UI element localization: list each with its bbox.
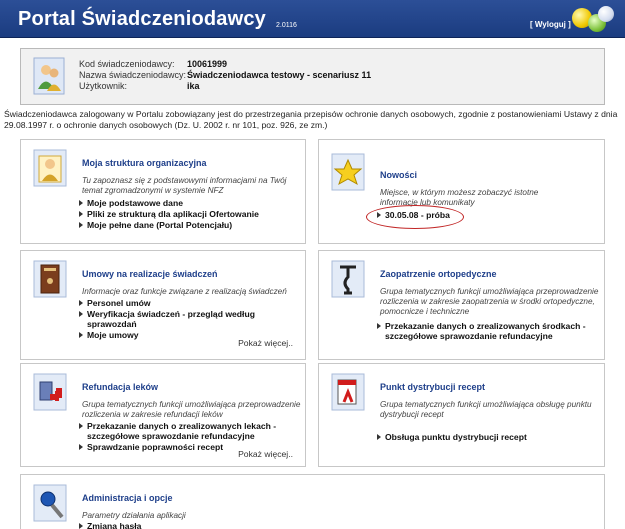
card-refund: Refundacja leków Grupa tematycznych funk… [20, 363, 306, 467]
card-title[interactable]: Punkt dystrybucji recept [380, 382, 485, 392]
card-title[interactable]: Administracja i opcje [82, 493, 173, 503]
medicine-icon [33, 373, 67, 411]
link-staff[interactable]: Personel umów [77, 298, 255, 308]
link-structure-files[interactable]: Pliki ze strukturą dla aplikacji Ofertow… [77, 209, 259, 219]
logo-bubbles-icon [572, 4, 618, 34]
users-icon [33, 57, 65, 95]
app-title: Portal Świadczeniodawcy [18, 8, 267, 30]
organization-icon [33, 149, 67, 187]
crutch-icon [331, 260, 365, 298]
star-icon [331, 153, 365, 191]
provider-name-value: Świadczeniodawca testowy - scenariusz 11 [187, 70, 372, 80]
card-description: Informacje oraz funkcje związane z reali… [82, 287, 287, 296]
card-orthopedic: Zaopatrzenie ortopedyczne Grupa tematycz… [318, 250, 605, 360]
link-prescription-service[interactable]: Obsługa punktu dystrybucji recept [375, 432, 527, 442]
provider-info: Kod świadczeniodawcy: 10061999 Nazwa świa… [79, 59, 371, 92]
card-title[interactable]: Zaopatrzenie ortopedyczne [380, 269, 497, 279]
link-basic-data[interactable]: Moje podstawowe dane [77, 198, 259, 208]
card-news: Nowości Miejsce, w którym możesz zobaczy… [318, 139, 605, 244]
card-description: Grupa tematycznych funkcji umożliwiająca… [82, 400, 301, 419]
user-label: Użytkownik: [79, 81, 128, 91]
logout-link[interactable]: [ Wyloguj ] [530, 20, 571, 29]
card-description: Grupa tematycznych funkcji umożliwiająca… [380, 287, 599, 316]
prescription-icon [331, 373, 365, 411]
card-description: Parametry działania aplikacji [82, 511, 186, 520]
show-more-link[interactable]: Pokaż więcej.. [238, 338, 293, 348]
tools-icon [33, 484, 67, 522]
link-change-password[interactable]: Zmiana hasła [77, 521, 141, 529]
user-value: ika [187, 81, 200, 91]
app-version: 2.0116 [276, 22, 297, 29]
show-more-link[interactable]: Pokaż więcej.. [238, 449, 293, 459]
link-verification[interactable]: Weryfikacja świadczeń - przegląd według s… [77, 309, 255, 329]
link-refund-report[interactable]: Przekazanie danych o zrealizowanych leka… [77, 421, 276, 441]
link-my-contracts[interactable]: Moje umowy [77, 330, 255, 340]
card-prescription-point: Punkt dystrybucji recept Grupa tematyczn… [318, 363, 605, 467]
link-orthopedic-report[interactable]: Przekazanie danych o zrealizowanych środ… [375, 321, 586, 341]
card-description: Tu zapoznasz się z podstawowymi informac… [82, 176, 287, 195]
card-title[interactable]: Refundacja leków [82, 382, 158, 392]
privacy-notice: Świadczeniodawca zalogowany w Portalu zo… [4, 109, 618, 130]
book-icon [33, 260, 67, 298]
highlight-ellipse [366, 205, 464, 229]
card-title[interactable]: Umowy na realizacje świadczeń [82, 269, 218, 279]
card-admin: Administracja i opcje Parametry działani… [20, 474, 605, 529]
header-bar: Portal Świadczeniodawcy 2.0116 [ Wyloguj… [0, 0, 625, 38]
card-description: Grupa tematycznych funkcji umożliwiająca… [380, 400, 592, 419]
provider-code-value: 10061999 [187, 59, 228, 69]
card-structure: Moja struktura organizacyjna Tu zapoznas… [20, 139, 306, 244]
provider-code-label: Kod świadczeniodawcy: [79, 59, 175, 69]
card-contracts: Umowy na realizacje świadczeń Informacje… [20, 250, 306, 360]
card-title[interactable]: Nowości [380, 170, 417, 180]
card-title[interactable]: Moja struktura organizacyjna [82, 158, 207, 168]
provider-name-label: Nazwa świadczeniodawcy: [79, 70, 187, 80]
provider-info-box: Kod świadczeniodawcy: 10061999 Nazwa świa… [20, 48, 605, 105]
link-full-data[interactable]: Moje pełne dane (Portal Potencjału) [77, 220, 259, 230]
